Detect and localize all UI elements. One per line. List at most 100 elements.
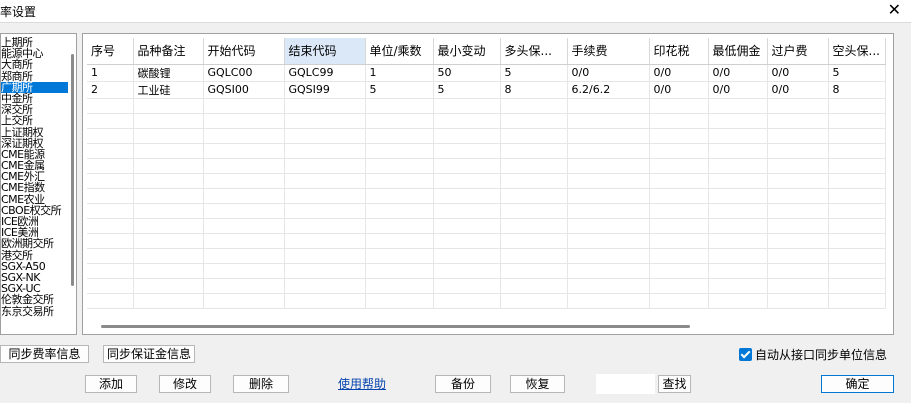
empty-cell (87, 203, 134, 219)
restore-button[interactable]: 恢复 (510, 375, 565, 393)
empty-cell (284, 173, 366, 189)
empty-cell (767, 188, 829, 204)
empty-cell (708, 278, 768, 294)
sync-margin-button[interactable]: 同步保证金信息 (103, 345, 195, 363)
empty-cell (133, 203, 204, 219)
empty-cell (365, 203, 434, 219)
empty-cell (708, 158, 768, 174)
empty-cell (567, 263, 650, 279)
column-header[interactable]: 单位/乘数 (365, 38, 434, 65)
table-cell[interactable]: 5 (433, 81, 501, 99)
table-cell[interactable]: GQLC99 (284, 64, 366, 82)
modify-button[interactable]: 修改 (159, 375, 211, 393)
empty-cell (433, 158, 501, 174)
empty-cell (708, 128, 768, 144)
table-cell[interactable]: 0/0 (649, 64, 709, 82)
column-header[interactable]: 过户费 (767, 38, 829, 65)
table-cell[interactable]: 工业硅 (133, 81, 204, 99)
empty-cell (708, 188, 768, 204)
empty-cell (433, 263, 501, 279)
table-cell[interactable]: GQSI00 (203, 81, 285, 99)
column-header[interactable]: 印花税 (649, 38, 709, 65)
ok-button[interactable]: 确定 (821, 375, 894, 393)
column-header[interactable]: 结束代码 (284, 38, 366, 65)
fee-grid[interactable]: 序号 品种备注 开始代码 结束代码 单位/乘数 最小变动 多头保... 手续费 印花税 最低佣金过… (82, 33, 894, 335)
exchange-item[interactable]: 欧洲期交所 (1, 238, 71, 249)
exchange-item[interactable]: CME指数 (1, 182, 71, 193)
empty-cell (203, 278, 285, 294)
empty-cell (87, 188, 134, 204)
auto-sync-checkbox[interactable]: 自动从接口同步单位信息 (739, 346, 887, 363)
table-cell[interactable]: 5 (365, 81, 434, 99)
backup-button[interactable]: 备份 (435, 375, 491, 393)
empty-cell (87, 158, 134, 174)
exchange-item[interactable]: 伦敦金交所 (1, 294, 71, 305)
table-cell[interactable]: 2 (87, 81, 134, 99)
table-cell[interactable]: GQLC00 (203, 64, 285, 82)
empty-cell (567, 233, 650, 249)
exchange-item[interactable]: 大商所 (1, 59, 71, 70)
table-row[interactable]: 2 工业硅 GQSI00 GQSI99 5 5 8 6.2/6.2 0/0 0/0 0/0 8 (87, 81, 886, 99)
table-cell[interactable]: 0/0 (567, 64, 650, 82)
empty-cell (828, 188, 886, 204)
sync-fee-button[interactable]: 同步费率信息 (0, 345, 89, 363)
empty-cell (828, 233, 886, 249)
table-cell[interactable]: 8 (500, 81, 568, 99)
search-button[interactable]: 查找 (658, 375, 691, 393)
exchange-item[interactable]: 上证期权 (1, 126, 71, 138)
exchange-item[interactable]: 上交所 (1, 115, 71, 126)
table-cell[interactable]: 5 (828, 64, 886, 82)
exchange-list-scrollbar[interactable] (68, 34, 76, 334)
table-cell[interactable]: 50 (433, 64, 501, 82)
close-icon[interactable]: ✕ (888, 0, 901, 20)
column-header[interactable]: 开始代码 (203, 38, 285, 65)
empty-cell (133, 293, 204, 309)
table-cell[interactable]: 0/0 (708, 81, 768, 99)
column-header[interactable]: 最低佣金 (708, 38, 768, 65)
exchange-list[interactable]: 上期所 能源中心 大商所 郑商所 广期所 中金所 深交所 上交所 上证期权 深证期权 CME能源 CM… (0, 33, 77, 335)
empty-cell (767, 113, 829, 129)
empty-row (87, 158, 886, 174)
table-cell[interactable]: 1 (87, 64, 134, 82)
search-input[interactable] (596, 374, 655, 394)
table-cell[interactable]: 0/0 (649, 81, 709, 99)
column-header[interactable]: 品种备注 (133, 38, 204, 65)
checkbox-checked-icon[interactable] (739, 347, 752, 361)
window-title: 率设置 (0, 5, 37, 19)
empty-cell (203, 128, 285, 144)
empty-cell (365, 218, 434, 234)
column-header[interactable]: 序号 (87, 38, 134, 65)
table-row[interactable]: 1 碳酸锂 GQLC00 GQLC99 1 50 5 0/0 0/0 0/0 0/0 5 (87, 64, 886, 82)
empty-row (87, 293, 886, 309)
empty-cell (433, 248, 501, 264)
exchange-list-scroll-thumb[interactable] (71, 54, 74, 286)
empty-cell (203, 173, 285, 189)
column-header[interactable]: 多头保... (500, 38, 568, 65)
empty-cell (133, 263, 204, 279)
table-cell[interactable]: 碳酸锂 (133, 64, 204, 82)
table-cell[interactable]: 0/0 (767, 81, 829, 99)
empty-cell (365, 173, 434, 189)
column-header[interactable]: 空头保... (828, 38, 886, 65)
empty-cell (649, 173, 709, 189)
column-header[interactable]: 最小变动 (433, 38, 501, 65)
empty-cell (133, 128, 204, 144)
table-cell[interactable]: 0/0 (767, 64, 829, 82)
table-cell[interactable]: GQSI99 (284, 81, 366, 99)
help-link[interactable]: 使用帮助 (338, 375, 386, 392)
table-cell[interactable]: 1 (365, 64, 434, 82)
table-cell[interactable]: 8 (828, 81, 886, 99)
table-cell[interactable]: 5 (500, 64, 568, 82)
table-cell[interactable]: 6.2/6.2 (567, 81, 650, 99)
column-header[interactable]: 手续费 (567, 38, 650, 65)
empty-cell (767, 173, 829, 189)
grid-horizontal-scroll-thumb[interactable] (101, 325, 690, 328)
add-button[interactable]: 添加 (85, 375, 137, 393)
empty-cell (708, 143, 768, 159)
empty-row (87, 188, 886, 204)
table-cell[interactable]: 0/0 (708, 64, 768, 82)
auto-sync-label[interactable]: 自动从接口同步单位信息 (755, 346, 887, 363)
delete-button[interactable]: 删除 (233, 375, 289, 393)
exchange-item[interactable]: 东京交易所 (1, 305, 71, 317)
empty-cell (284, 293, 366, 309)
